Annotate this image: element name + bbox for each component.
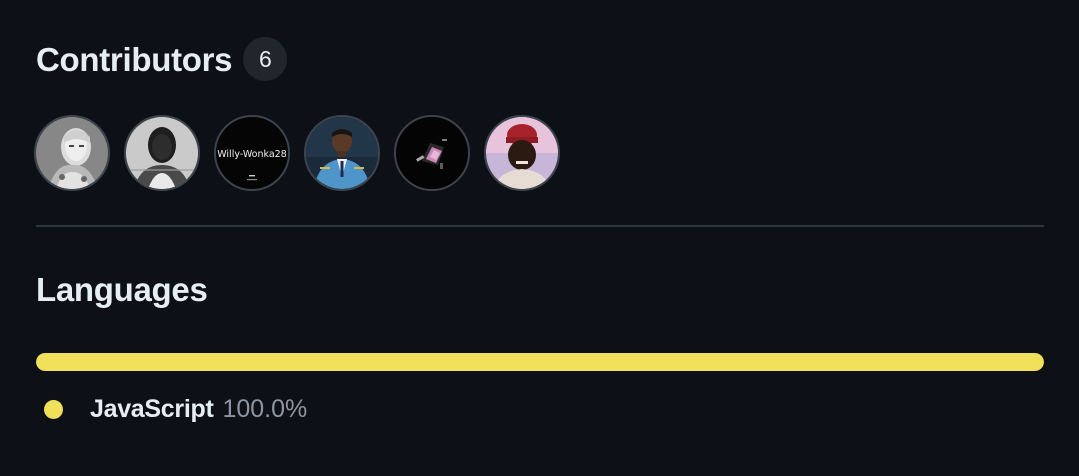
language-progress-bar <box>36 353 1044 371</box>
contributors-heading: Contributors 6 <box>36 37 288 81</box>
avatar-image <box>126 117 198 189</box>
contributors-link[interactable]: Contributors <box>36 40 233 78</box>
contributors-count-badge: 6 <box>243 37 288 81</box>
repo-sidebar: Contributors 6 Willy-Wonka28 Languages J… <box>0 0 1079 476</box>
language-bar-segment-javascript[interactable] <box>36 353 1044 371</box>
avatar-image <box>486 117 558 189</box>
languages-heading: Languages <box>36 271 208 308</box>
avatar-contributor-3[interactable]: Willy-Wonka28 <box>214 115 290 191</box>
avatar-contributor-1[interactable] <box>34 115 110 191</box>
language-color-dot-icon <box>44 400 63 419</box>
language-name: JavaScript <box>90 395 214 423</box>
avatar-image <box>36 117 108 189</box>
contributors-avatar-list: Willy-Wonka28 <box>34 115 560 191</box>
language-percent: 100.0% <box>222 395 308 423</box>
avatar-contributor-5[interactable] <box>394 115 470 191</box>
avatar-contributor-2[interactable] <box>124 115 200 191</box>
section-divider <box>36 225 1044 227</box>
language-item-javascript[interactable]: JavaScript 100.0% <box>44 395 307 424</box>
contributors-title: Contributors <box>36 40 233 78</box>
avatar-contributor-6[interactable] <box>484 115 560 191</box>
avatar-contributor-4[interactable] <box>304 115 380 191</box>
svg-text:Willy-Wonka28: Willy-Wonka28 <box>217 149 287 160</box>
avatar-image <box>306 117 378 189</box>
avatar-image <box>396 117 468 189</box>
avatar-image: Willy-Wonka28 <box>216 117 288 189</box>
